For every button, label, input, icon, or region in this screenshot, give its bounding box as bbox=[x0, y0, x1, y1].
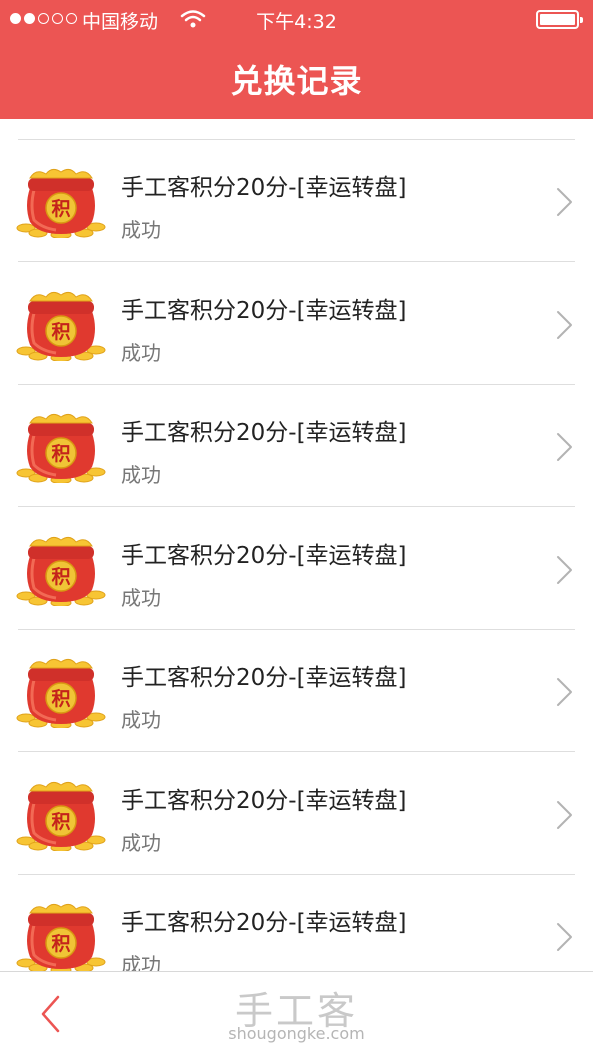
record-title: 手工客积分20分-[幸运转盘] bbox=[121, 542, 407, 569]
record-title: 手工客积分20分-[幸运转盘] bbox=[121, 665, 407, 691]
record-title: 手工客积分20分-[幸运转盘] bbox=[121, 420, 407, 446]
battery-fill bbox=[540, 14, 575, 25]
record-status: 成功 bbox=[121, 585, 161, 610]
record-list[interactable]: 积 手工客积分20分-[幸运转盘] 成功 积 手工客积分20分-[幸运转盘] 成功 … bbox=[0, 119, 593, 971]
points-pot-icon: 积 bbox=[16, 779, 106, 852]
chevron-right-icon[interactable] bbox=[555, 922, 573, 952]
points-pot-icon: 积 bbox=[16, 166, 106, 239]
list-item[interactable]: 积 手工客积分20分-[幸运转盘] 成功 bbox=[0, 263, 593, 385]
brand-url: shougongke.com bbox=[228, 1024, 365, 1043]
points-pot-icon: 积 bbox=[16, 411, 106, 484]
list-item[interactable]: 积 手工客积分20分-[幸运转盘] 成功 bbox=[0, 753, 593, 875]
chevron-right-icon[interactable] bbox=[555, 310, 573, 340]
chevron-right-icon[interactable] bbox=[555, 555, 573, 585]
svg-text:积: 积 bbox=[51, 443, 70, 465]
record-status: 成功 bbox=[121, 218, 161, 242]
points-pot-icon: 积 bbox=[16, 901, 106, 971]
record-status: 成功 bbox=[121, 953, 161, 971]
svg-text:积: 积 bbox=[51, 566, 70, 588]
page-title: 兑换记录 bbox=[230, 62, 363, 100]
record-title: 手工客积分20分-[幸运转盘] bbox=[121, 910, 407, 936]
svg-text:积: 积 bbox=[51, 688, 70, 710]
svg-text:积: 积 bbox=[51, 933, 70, 955]
footer-bar: 手工客 shougongke.com bbox=[0, 971, 593, 1053]
list-item[interactable]: 积 手工客积分20分-[幸运转盘] 成功 bbox=[0, 140, 593, 262]
points-pot-icon: 积 bbox=[16, 289, 106, 362]
record-status: 成功 bbox=[121, 340, 161, 365]
chevron-right-icon[interactable] bbox=[555, 187, 573, 217]
list-item[interactable]: 积 手工客积分20分-[幸运转盘] 成功 bbox=[0, 385, 593, 507]
record-title: 手工客积分20分-[幸运转盘] bbox=[121, 175, 407, 201]
record-status: 成功 bbox=[121, 463, 161, 487]
svg-text:积: 积 bbox=[51, 321, 70, 343]
status-time: 下午4:32 bbox=[256, 11, 337, 33]
chevron-right-icon[interactable] bbox=[555, 432, 573, 462]
battery-icon bbox=[536, 10, 583, 29]
chevron-right-icon[interactable] bbox=[555, 677, 573, 707]
record-status: 成功 bbox=[121, 708, 161, 732]
record-status: 成功 bbox=[121, 830, 161, 855]
points-pot-icon: 积 bbox=[16, 656, 106, 729]
record-title: 手工客积分20分-[幸运转盘] bbox=[121, 297, 407, 324]
list-item[interactable]: 积 手工客积分20分-[幸运转盘] 成功 bbox=[0, 508, 593, 630]
record-title: 手工客积分20分-[幸运转盘] bbox=[121, 787, 407, 814]
svg-text:积: 积 bbox=[51, 811, 70, 833]
list-item[interactable]: 积 手工客积分20分-[幸运转盘] 成功 bbox=[0, 875, 593, 971]
chevron-right-icon[interactable] bbox=[555, 800, 573, 830]
svg-text:积: 积 bbox=[51, 198, 70, 220]
status-bar: 中国移动 下午4:32 bbox=[0, 0, 593, 40]
list-item[interactable]: 积 手工客积分20分-[幸运转盘] 成功 bbox=[0, 630, 593, 752]
points-pot-icon: 积 bbox=[16, 534, 106, 607]
header-bar: 中国移动 下午4:32 兑换记录 bbox=[0, 0, 593, 119]
